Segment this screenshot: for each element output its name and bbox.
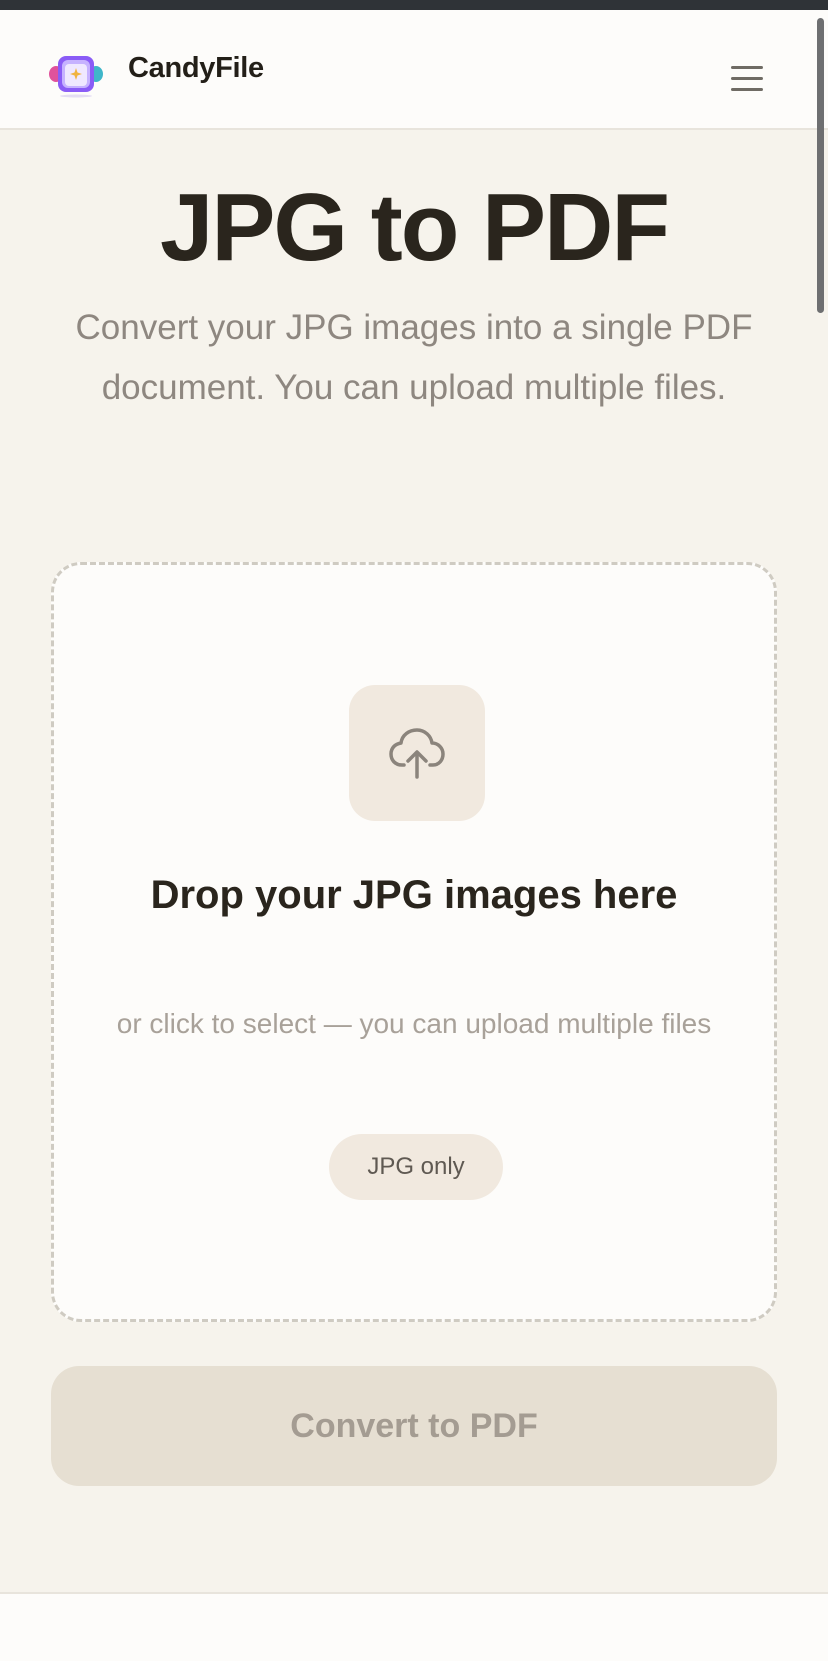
site-header: CandyFile bbox=[0, 10, 828, 130]
file-dropzone[interactable]: Drop your JPG images here or click to se… bbox=[51, 562, 777, 1322]
status-bar bbox=[0, 0, 828, 10]
format-badge: JPG only bbox=[329, 1134, 503, 1200]
upload-icon-container bbox=[349, 685, 485, 821]
dropzone-subtitle: or click to select — you can upload mult… bbox=[116, 1008, 712, 1039]
page-footer bbox=[0, 1592, 828, 1661]
convert-to-pdf-button[interactable]: Convert to PDF bbox=[51, 1366, 777, 1486]
page-subtitle: Convert your JPG images into a single PD… bbox=[75, 308, 753, 407]
candyfile-logo-icon[interactable] bbox=[48, 50, 104, 98]
dropzone-title: Drop your JPG images here bbox=[150, 873, 678, 917]
brand-name[interactable]: CandyFile bbox=[128, 52, 264, 85]
hamburger-menu-icon[interactable] bbox=[728, 58, 766, 98]
cloud-upload-icon bbox=[389, 728, 445, 779]
page-title: JPG to PDF bbox=[159, 174, 670, 281]
